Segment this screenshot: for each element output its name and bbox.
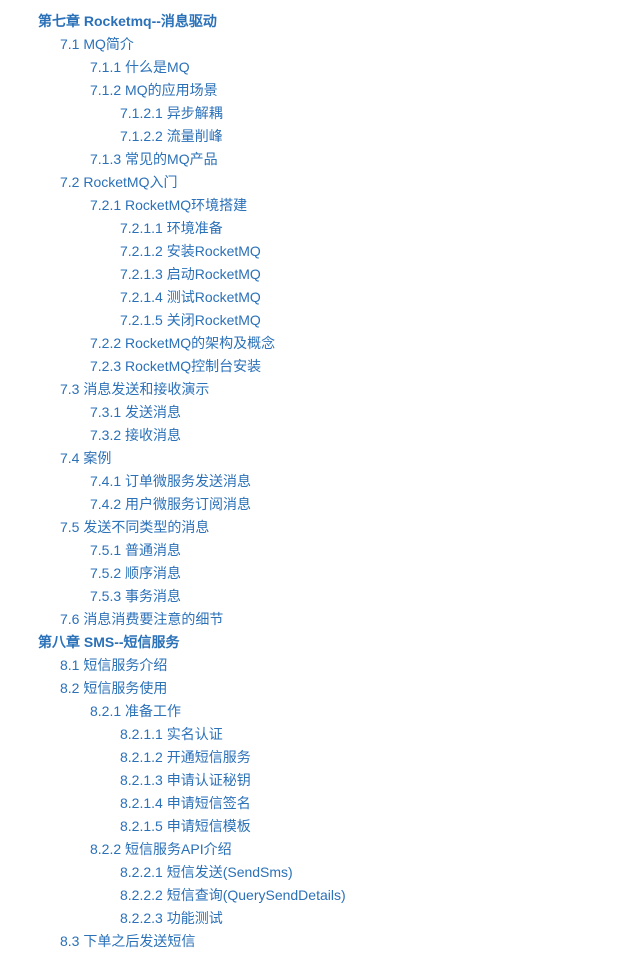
toc-link[interactable]: 7.1.2 MQ的应用场景 bbox=[38, 79, 640, 102]
toc-link[interactable]: 8.2.2.1 短信发送(SendSms) bbox=[38, 861, 640, 884]
toc-link[interactable]: 7.5.2 顺序消息 bbox=[38, 562, 640, 585]
toc-link[interactable]: 8.2.1.5 申请短信模板 bbox=[38, 815, 640, 838]
toc-link[interactable]: 7.5 发送不同类型的消息 bbox=[38, 516, 640, 539]
toc-link[interactable]: 7.2.1 RocketMQ环境搭建 bbox=[38, 194, 640, 217]
toc-link[interactable]: 7.4.2 用户微服务订阅消息 bbox=[38, 493, 640, 516]
toc-link[interactable]: 8.2.1.4 申请短信签名 bbox=[38, 792, 640, 815]
toc-link[interactable]: 7.6 消息消费要注意的细节 bbox=[38, 608, 640, 631]
toc-link[interactable]: 第七章 Rocketmq--消息驱动 bbox=[38, 10, 640, 33]
toc-link[interactable]: 8.2 短信服务使用 bbox=[38, 677, 640, 700]
toc-link[interactable]: 7.2.1.3 启动RocketMQ bbox=[38, 263, 640, 286]
toc-link[interactable]: 8.2.1.2 开通短信服务 bbox=[38, 746, 640, 769]
toc-link[interactable]: 8.3 下单之后发送短信 bbox=[38, 930, 640, 953]
toc-link[interactable]: 7.2.1.2 安装RocketMQ bbox=[38, 240, 640, 263]
toc-link[interactable]: 7.1.3 常见的MQ产品 bbox=[38, 148, 640, 171]
toc-link[interactable]: 7.2.3 RocketMQ控制台安装 bbox=[38, 355, 640, 378]
toc-link[interactable]: 7.2.1.4 测试RocketMQ bbox=[38, 286, 640, 309]
toc-link[interactable]: 7.3.2 接收消息 bbox=[38, 424, 640, 447]
toc-link[interactable]: 8.2.1.1 实名认证 bbox=[38, 723, 640, 746]
toc-link[interactable]: 7.4.1 订单微服务发送消息 bbox=[38, 470, 640, 493]
table-of-contents: 第七章 Rocketmq--消息驱动7.1 MQ简介7.1.1 什么是MQ7.1… bbox=[0, 10, 640, 953]
toc-link[interactable]: 7.1.1 什么是MQ bbox=[38, 56, 640, 79]
toc-link[interactable]: 7.1.2.1 异步解耦 bbox=[38, 102, 640, 125]
toc-link[interactable]: 7.3 消息发送和接收演示 bbox=[38, 378, 640, 401]
toc-link[interactable]: 7.5.1 普通消息 bbox=[38, 539, 640, 562]
toc-link[interactable]: 7.5.3 事务消息 bbox=[38, 585, 640, 608]
toc-link[interactable]: 8.2.2 短信服务API介绍 bbox=[38, 838, 640, 861]
toc-link[interactable]: 7.2.2 RocketMQ的架构及概念 bbox=[38, 332, 640, 355]
toc-link[interactable]: 8.2.2.3 功能测试 bbox=[38, 907, 640, 930]
toc-link[interactable]: 8.1 短信服务介绍 bbox=[38, 654, 640, 677]
toc-link[interactable]: 7.1 MQ简介 bbox=[38, 33, 640, 56]
toc-link[interactable]: 8.2.1.3 申请认证秘钥 bbox=[38, 769, 640, 792]
toc-link[interactable]: 第八章 SMS--短信服务 bbox=[38, 631, 640, 654]
toc-link[interactable]: 8.2.2.2 短信查询(QuerySendDetails) bbox=[38, 884, 640, 907]
toc-link[interactable]: 7.2.1.5 关闭RocketMQ bbox=[38, 309, 640, 332]
toc-link[interactable]: 7.2 RocketMQ入门 bbox=[38, 171, 640, 194]
toc-link[interactable]: 7.2.1.1 环境准备 bbox=[38, 217, 640, 240]
toc-link[interactable]: 7.4 案例 bbox=[38, 447, 640, 470]
toc-link[interactable]: 7.3.1 发送消息 bbox=[38, 401, 640, 424]
toc-link[interactable]: 8.2.1 准备工作 bbox=[38, 700, 640, 723]
toc-link[interactable]: 7.1.2.2 流量削峰 bbox=[38, 125, 640, 148]
